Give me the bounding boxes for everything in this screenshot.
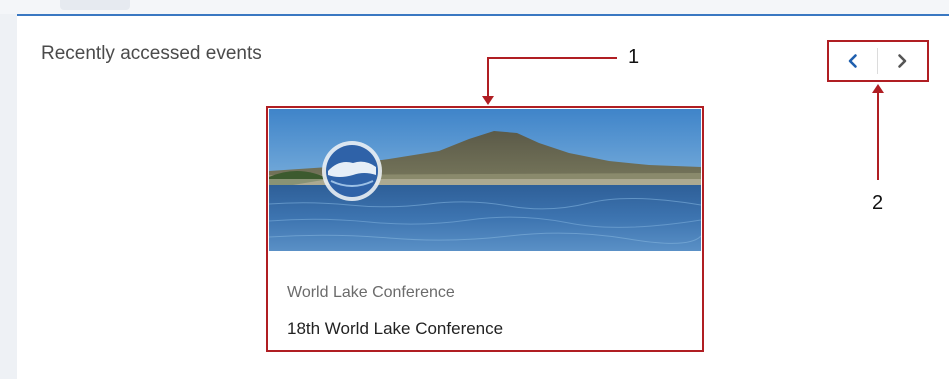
event-card-image bbox=[269, 109, 701, 251]
top-strip bbox=[0, 0, 949, 14]
recent-events-panel: Recently accessed events World Lake Conf… bbox=[17, 14, 949, 379]
conference-logo-icon bbox=[322, 141, 382, 201]
callout-label-1: 1 bbox=[628, 46, 640, 68]
event-card[interactable]: World Lake Conference 18th World Lake Co… bbox=[266, 106, 704, 352]
event-title[interactable]: 18th World Lake Conference bbox=[287, 319, 503, 339]
chevron-right-icon bbox=[897, 54, 906, 68]
section-title: Recently accessed events bbox=[41, 43, 262, 64]
carousel-nav bbox=[827, 40, 929, 82]
callout-label-2: 2 bbox=[872, 192, 884, 214]
event-category: World Lake Conference bbox=[287, 284, 455, 301]
top-tab-fragment bbox=[60, 0, 130, 10]
chevron-left-icon bbox=[848, 54, 857, 68]
previous-button[interactable] bbox=[829, 46, 876, 76]
next-button[interactable] bbox=[878, 46, 925, 76]
